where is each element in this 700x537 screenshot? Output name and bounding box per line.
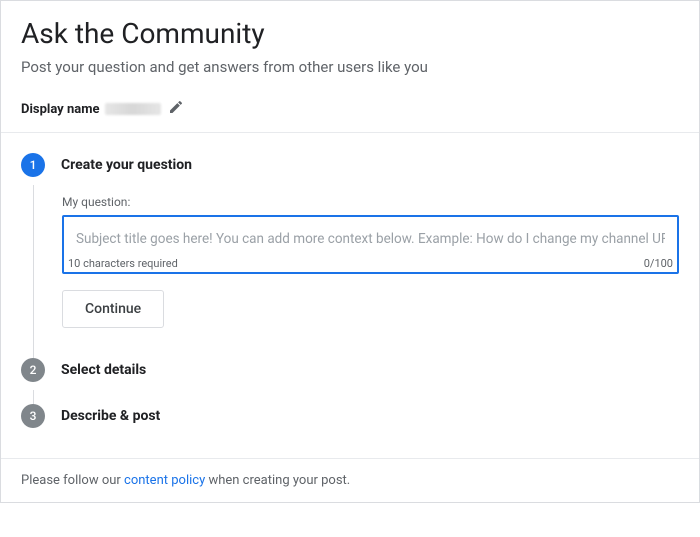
step-2-badge: 2	[21, 358, 45, 382]
display-name-value	[105, 103, 161, 115]
footer-note: Please follow our content policy when cr…	[1, 458, 699, 502]
footer-pre: Please follow our	[21, 473, 124, 488]
question-min-hint: 10 characters required	[68, 257, 178, 270]
page-title: Ask the Community	[21, 17, 679, 50]
content-policy-link[interactable]: content policy	[124, 473, 205, 488]
step-2-title: Select details	[61, 358, 679, 382]
question-input[interactable]	[64, 217, 677, 257]
step-3-badge: 3	[21, 404, 45, 428]
step-3-title: Describe & post	[61, 404, 679, 428]
continue-button[interactable]: Continue	[62, 290, 164, 328]
question-input-container: 10 characters required 0/100	[62, 215, 679, 274]
step-1-title: Create your question	[61, 153, 679, 177]
question-char-counter: 0/100	[644, 257, 673, 270]
question-field-label: My question:	[62, 195, 679, 209]
page-subtitle: Post your question and get answers from …	[21, 58, 679, 76]
step-1-badge: 1	[21, 153, 45, 177]
footer-post: when creating your post.	[205, 473, 350, 488]
edit-display-name-button[interactable]	[167, 100, 185, 118]
display-name-label: Display name	[21, 102, 99, 117]
pencil-icon	[168, 99, 184, 119]
